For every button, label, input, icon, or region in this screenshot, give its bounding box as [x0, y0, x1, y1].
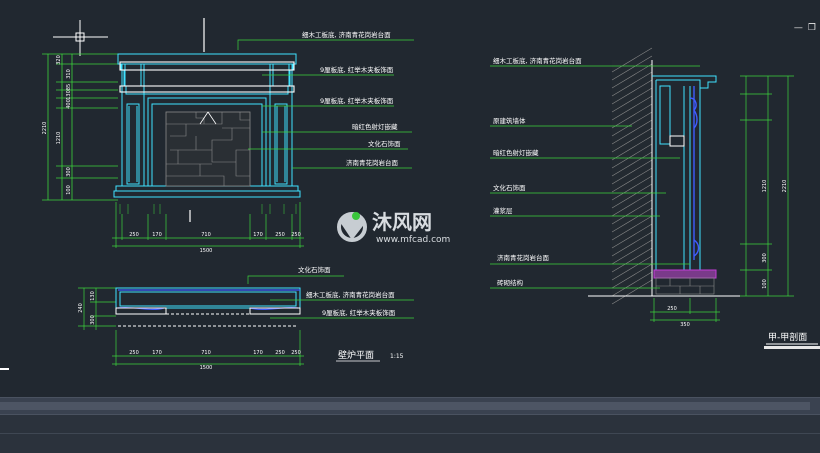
plan-title: 壁炉平面	[338, 349, 374, 361]
restore-icon[interactable]: ❐	[808, 24, 816, 33]
front-label: 9厘板底, 红举木夹板饰面	[320, 96, 394, 105]
front-left-dim: 85	[66, 84, 72, 90]
plan-left-dim: 300	[90, 315, 96, 325]
front-left-dim: 400	[66, 99, 72, 109]
plan-view: 240 130 300 文化石饰面 细木工板底, 济南青花岗岩台面 9厘板底, …	[78, 265, 414, 371]
plan-dim-total: 1500	[200, 365, 213, 371]
command-line-divider	[0, 433, 820, 434]
command-line-panel[interactable]	[0, 414, 820, 453]
front-left-dim: 130	[66, 90, 72, 100]
plan-dim: 170	[152, 350, 162, 356]
section-right-dim: 1210	[762, 180, 768, 193]
front-height-dim: 2210	[42, 122, 48, 135]
section-right-dim: 300	[762, 253, 768, 263]
plan-label: 细木工板底, 济南青花岗岩台面	[306, 290, 395, 299]
section-label: 济南青花岗岩台面	[497, 253, 550, 262]
horizontal-scrollbar[interactable]	[0, 397, 820, 414]
plan-left-dim: 240	[78, 303, 84, 313]
front-dim: 170	[152, 232, 162, 238]
front-left-dim: 300	[66, 167, 72, 177]
drawing-canvas[interactable]: 2210 320 310 85 130 400 1210 300 100 细木工…	[0, 0, 820, 397]
plan-dim: 710	[201, 350, 211, 356]
front-label: 暗红色射灯嵌藏	[352, 122, 398, 131]
front-dim: 250	[129, 232, 139, 238]
front-dim: 170	[253, 232, 263, 238]
plan-dim: 250	[275, 350, 285, 356]
front-left-dim: 100	[66, 185, 72, 195]
watermark: 沐风网 www.mfcad.com	[337, 210, 450, 245]
minimize-icon[interactable]: —	[794, 24, 803, 33]
section-bottom-dim: 350	[680, 322, 690, 328]
section-bottom-dim: 250	[667, 306, 677, 312]
plan-label: 9厘板底, 红举木夹板饰面	[322, 308, 396, 317]
crosshair-cursor	[53, 20, 108, 56]
stone-firebox	[165, 111, 251, 187]
granite-hearth	[653, 269, 717, 279]
plan-dim: 170	[253, 350, 263, 356]
section-label: 暗红色射灯嵌藏	[493, 148, 539, 157]
section-title: 甲-甲剖面	[768, 331, 807, 343]
front-label-top: 细木工板底, 济南青花岗岩台面	[302, 30, 391, 39]
front-left-dim: 1210	[56, 132, 62, 145]
watermark-logo-icon	[337, 212, 367, 242]
section-label: 文化石饰面	[493, 183, 526, 192]
watermark-name: 沐风网	[372, 210, 432, 234]
cad-drawing[interactable]: 2210 320 310 85 130 400 1210 300 100 细木工…	[0, 0, 820, 397]
front-dim: 250	[275, 232, 285, 238]
section-label: 细木工板底, 济南青花岗岩台面	[493, 56, 582, 65]
plan-dim: 250	[129, 350, 139, 356]
front-dim: 250	[291, 232, 301, 238]
plan-left-dim: 130	[90, 291, 96, 301]
section-right-dim: 100	[762, 279, 768, 289]
plan-scale: 1:15	[390, 353, 404, 360]
front-label: 9厘板底, 红举木夹板饰面	[320, 65, 394, 74]
section-height-dim: 2210	[782, 180, 788, 193]
front-label: 文化石饰面	[368, 139, 401, 148]
section-label: 原建筑墙体	[493, 116, 526, 125]
section-label: 灌浆层	[493, 206, 513, 215]
plan-dim: 250	[291, 350, 301, 356]
window-controls: — ❐	[794, 24, 816, 33]
plan-label: 文化石饰面	[298, 265, 331, 274]
section-view: 细木工板底, 济南青花岗岩台面 原建筑墙体 暗红色射灯嵌藏 文化石饰面 灌浆层 …	[490, 47, 820, 349]
front-dim: 710	[201, 232, 211, 238]
scrollbar-thumb[interactable]	[0, 402, 810, 410]
section-label: 砖砌结构	[497, 278, 524, 287]
watermark-url: www.mfcad.com	[376, 235, 450, 245]
front-label: 济南青花岗岩台面	[346, 158, 399, 167]
front-left-dim: 320	[56, 55, 62, 65]
front-left-dim: 310	[66, 69, 72, 79]
front-dim-total: 1500	[200, 248, 213, 254]
